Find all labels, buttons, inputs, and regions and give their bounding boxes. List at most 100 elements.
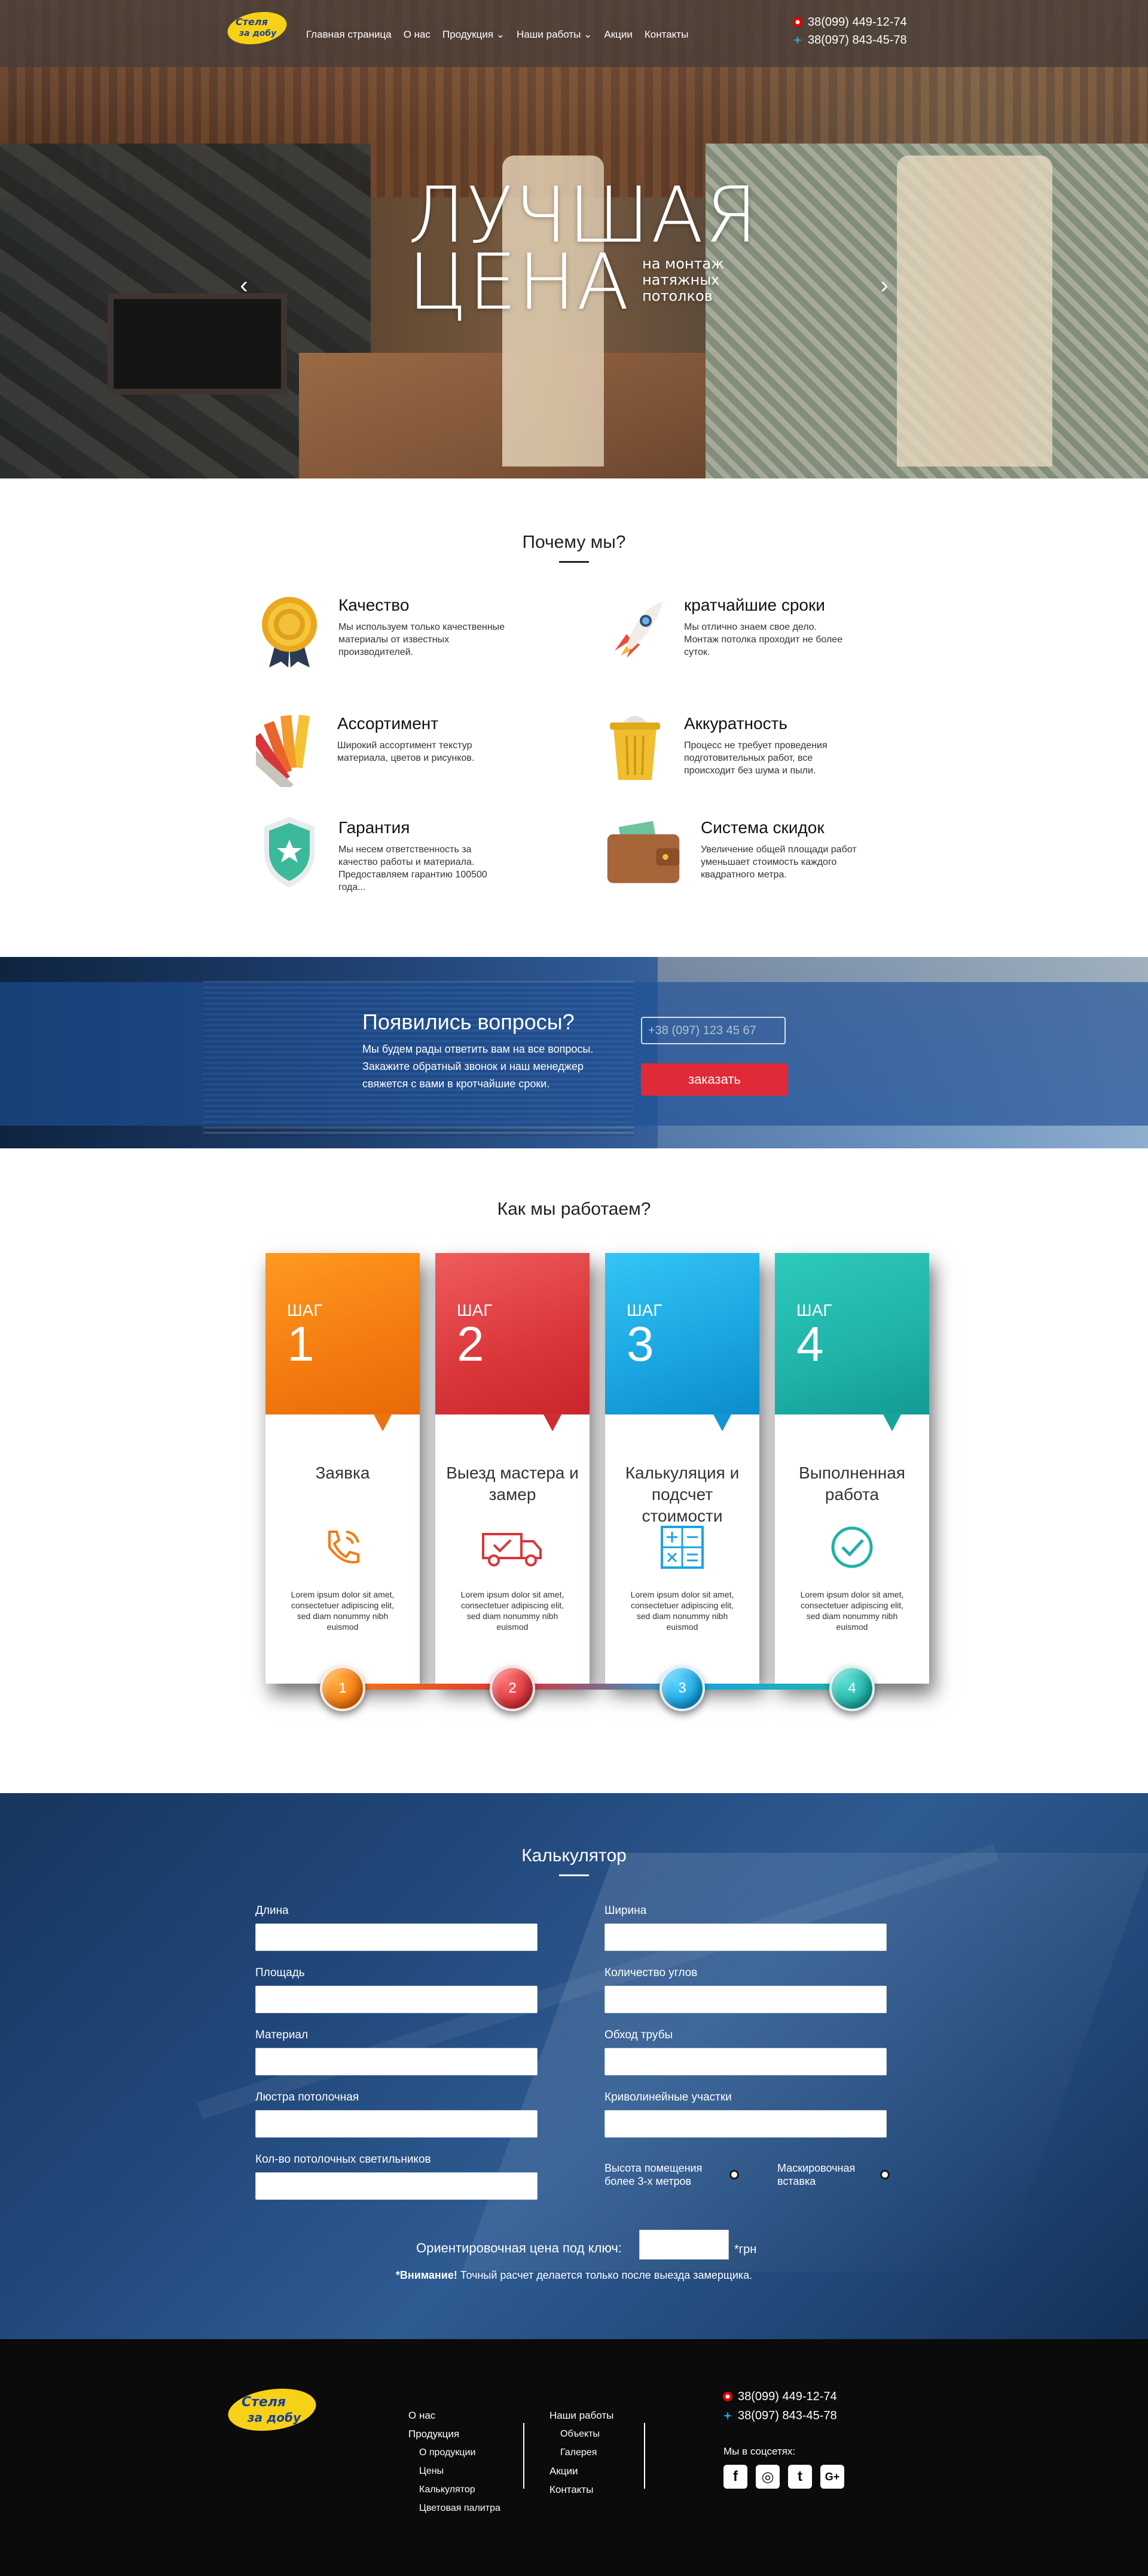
header-phones: 38(099) 449-12-74 38(097) 843-45-78	[792, 13, 907, 49]
footer-link-works[interactable]: Наши работы	[549, 2406, 613, 2425]
slider-prev-arrow-icon[interactable]: ‹	[235, 272, 253, 302]
footer-phones: 38(099) 449-12-74 38(097) 843-45-78	[722, 2387, 837, 2425]
footer-col-2: Наши работы Объекты Галерея Акции Контак…	[549, 2406, 613, 2499]
nav-item-products[interactable]: Продукция ⌄	[442, 29, 505, 41]
step-card-1: ШАГ 1 Заявка Lorem ipsum dolor sit amet,…	[265, 1253, 420, 1684]
material-input[interactable]	[255, 2048, 538, 2075]
nav-item-contacts[interactable]: Контакты	[645, 29, 688, 41]
hero-title-line2: ЦЕНА	[408, 238, 631, 327]
footer-phone[interactable]: 38(097) 843-45-78	[738, 2406, 837, 2425]
pipe-bypass-input[interactable]	[604, 2048, 887, 2075]
feature-neatness: Аккуратность Процесс не требует проведен…	[603, 709, 851, 787]
logo-text: за добу	[247, 2410, 301, 2425]
step-card-2: ШАГ 2 Выезд мастера и замер Lorem ipsum …	[435, 1253, 590, 1684]
step-header: ШАГ 3	[605, 1253, 759, 1431]
step-pointer	[373, 1413, 392, 1431]
footer-link-about[interactable]: О нас	[408, 2406, 500, 2425]
title-divider	[559, 561, 589, 563]
logo-text: за добу	[239, 29, 277, 38]
footer-phone[interactable]: 38(099) 449-12-74	[738, 2387, 837, 2406]
nav-item-about[interactable]: О нас	[404, 29, 430, 41]
step-description: Lorem ipsum dolor sit amet, consectetuer…	[630, 1590, 734, 1632]
price-output[interactable]	[639, 2230, 729, 2260]
hero-fireplace	[108, 293, 287, 395]
curved-sections-input[interactable]	[604, 2110, 887, 2138]
length-input[interactable]	[255, 1923, 538, 1951]
spotlights-input[interactable]	[255, 2172, 538, 2200]
google-plus-icon[interactable]: G+	[820, 2465, 844, 2489]
step-card-4: ШАГ 4 Выполненная работа Lorem ipsum dol…	[775, 1253, 929, 1684]
feature-text: Мы отлично знаем свое дело. Монтаж потол…	[684, 622, 843, 657]
footer-link-contacts[interactable]: Контакты	[549, 2480, 613, 2499]
step-name: Выезд мастера и замер	[446, 1464, 579, 1504]
feature-quality: Качество Мы используем только качественн…	[257, 591, 506, 669]
footer-link-palette[interactable]: Цветовая палитра	[408, 2499, 500, 2517]
header-phone[interactable]: 38(097) 843-45-78	[808, 31, 907, 49]
order-callback-button[interactable]: заказать	[641, 1063, 788, 1096]
footer-link-objects[interactable]: Объекты	[549, 2425, 613, 2443]
feature-title: Гарантия	[338, 818, 410, 837]
field-label-length: Длина	[255, 1904, 289, 1917]
price-label: Ориентировочная цена под ключ:	[416, 2240, 622, 2255]
title-divider	[559, 1874, 589, 1876]
feature-text: Широкий ассортимент текстур материала, ц…	[337, 740, 475, 763]
footer-col-1: О нас Продукция О продукции Цены Калькул…	[408, 2406, 500, 2517]
feature-title: Ассортимент	[337, 714, 439, 733]
step-number: 4	[796, 1317, 824, 1371]
step-name: Выполненная работа	[799, 1464, 905, 1504]
calculator-title: Калькулятор	[0, 1846, 1148, 1876]
callback-banner: Появились вопросы? Мы будем рады ответит…	[0, 957, 1148, 1148]
header-phone[interactable]: 38(099) 449-12-74	[808, 13, 907, 31]
nav-item-promotions[interactable]: Акции	[604, 29, 633, 41]
callback-phone-input[interactable]	[641, 1017, 786, 1044]
site-footer: Стеля за добу О нас Продукция О продукци…	[0, 2339, 1148, 2576]
step-card-3: ШАГ 3 Калькуляция и подсчет стоимости Lo…	[605, 1253, 759, 1684]
footer-divider	[644, 2423, 645, 2489]
corners-input[interactable]	[604, 1986, 887, 2013]
facebook-icon[interactable]: f	[723, 2465, 747, 2489]
nav-item-home[interactable]: Главная страница	[306, 29, 392, 41]
check-circle-icon	[831, 1526, 873, 1568]
masking-insert-radio[interactable]	[880, 2170, 890, 2179]
footer-link-gallery[interactable]: Галерея	[549, 2443, 613, 2462]
timeline-node-2: 2	[490, 1666, 535, 1711]
area-input[interactable]	[255, 1986, 538, 2013]
note-text: Точный расчет делается только после выез…	[457, 2269, 753, 2281]
site-logo[interactable]: Стеля за добу	[226, 11, 288, 45]
footer-link-promotions[interactable]: Акции	[549, 2462, 613, 2480]
twitter-icon[interactable]: t	[788, 2465, 812, 2489]
calc-note: *Внимание! Точный расчет делается только…	[0, 2269, 1148, 2282]
callback-text: Мы будем рады ответить вам на все вопрос…	[362, 1043, 594, 1090]
step-number: 2	[457, 1317, 484, 1371]
how-we-work-title: Как мы работаем?	[0, 1199, 1148, 1220]
footer-link-prices[interactable]: Цены	[408, 2462, 500, 2480]
slider-next-arrow-icon[interactable]: ›	[875, 272, 893, 302]
footer-link-products[interactable]: Продукция	[408, 2425, 500, 2443]
field-label-chandelier: Люстра потолочная	[255, 2091, 359, 2104]
step-description: Lorem ipsum dolor sit amet, consectetuer…	[800, 1590, 904, 1632]
feature-speed: кратчайшие сроки Мы отлично знаем свое д…	[603, 591, 851, 669]
footer-link-calculator[interactable]: Калькулятор	[408, 2480, 500, 2499]
phone-call-icon	[328, 1531, 359, 1563]
feature-discounts: Система скидок Увеличение общей площади …	[603, 813, 868, 891]
step-description: Lorem ipsum dolor sit amet, consectetuer…	[291, 1590, 395, 1632]
field-label-width: Ширина	[604, 1904, 647, 1917]
feature-text: Увеличение общей площади работ уменьшает…	[701, 845, 857, 880]
why-us-title-text: Почему мы?	[522, 532, 626, 552]
social-links: f ◎ t G+	[723, 2465, 844, 2489]
chandelier-input[interactable]	[255, 2110, 538, 2138]
width-input[interactable]	[604, 1923, 887, 1951]
timeline-node-3: 3	[660, 1666, 705, 1711]
footer-logo[interactable]: Стеля за добу	[226, 2387, 318, 2432]
step-number: 1	[287, 1317, 315, 1371]
nav-item-works[interactable]: Наши работы ⌄	[517, 29, 592, 41]
field-label-area: Площадь	[255, 1967, 305, 1979]
footer-link-about-products[interactable]: О продукции	[408, 2443, 500, 2462]
step-name: Калькуляция и подсчет стоимости	[625, 1464, 740, 1525]
instagram-icon[interactable]: ◎	[756, 2465, 780, 2489]
feature-title: Система скидок	[701, 818, 825, 837]
truck-icon	[482, 1533, 542, 1566]
step-pointer	[543, 1413, 562, 1431]
feature-text: Мы используем только качественные матери…	[338, 622, 505, 657]
high-ceiling-radio[interactable]	[729, 2170, 739, 2179]
